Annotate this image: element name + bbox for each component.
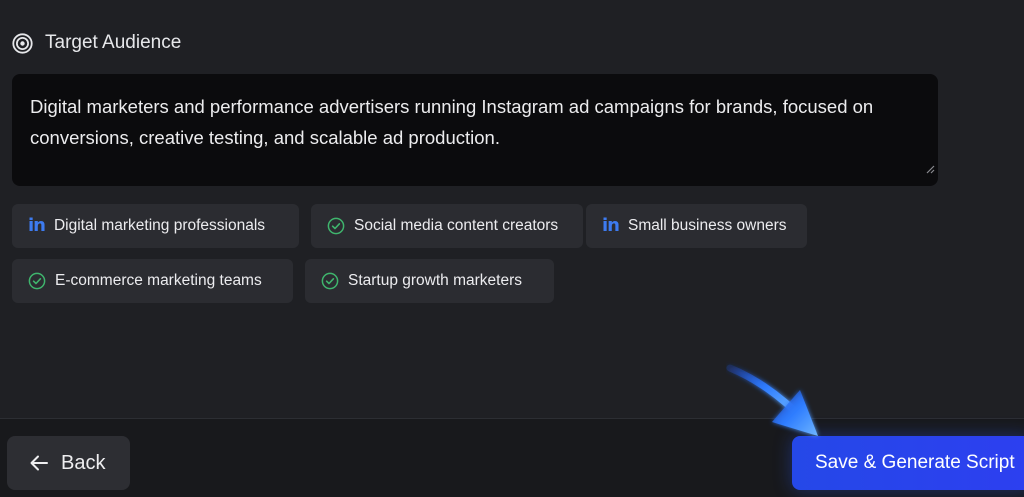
save-generate-script-label: Save & Generate Script (815, 452, 1015, 473)
check-circle-icon (321, 272, 339, 290)
suggestion-label: E-commerce marketing teams (55, 272, 262, 289)
check-circle-icon (28, 272, 46, 290)
suggestion-tag[interactable]: Social media content creators (311, 204, 583, 248)
back-button[interactable]: Back (7, 436, 130, 490)
section-title: Target Audience (45, 32, 182, 53)
linkedin-icon: in (28, 215, 46, 236)
section-header: Target Audience (12, 32, 181, 54)
page: Target Audience Digital marketers and pe… (0, 0, 1024, 497)
resize-grip-icon[interactable] (925, 152, 935, 183)
audience-textarea[interactable]: Digital marketers and performance advert… (12, 74, 938, 186)
suggestion-label: Digital marketing professionals (53, 217, 266, 234)
linkedin-icon: in (602, 215, 620, 236)
suggestion-tag[interactable]: in Small business owners (586, 204, 807, 248)
back-button-label: Back (61, 451, 106, 474)
suggestion-label: Small business owners (627, 217, 787, 234)
suggestion-tag[interactable]: E-commerce marketing teams (12, 259, 293, 303)
suggestion-tag[interactable]: in Digital marketing professionals (12, 204, 299, 248)
suggestion-tag[interactable]: Startup growth marketers (305, 259, 554, 303)
pointer-arrow-icon (726, 360, 826, 445)
arrow-left-icon (29, 454, 49, 472)
target-icon (12, 32, 33, 54)
save-generate-script-button[interactable]: Save & Generate Script (792, 436, 1024, 490)
audience-text: Digital marketers and performance advert… (30, 96, 874, 148)
check-circle-icon (327, 217, 345, 235)
suggestion-label: Startup growth marketers (348, 272, 523, 289)
suggestion-label: Social media content creators (354, 217, 559, 234)
